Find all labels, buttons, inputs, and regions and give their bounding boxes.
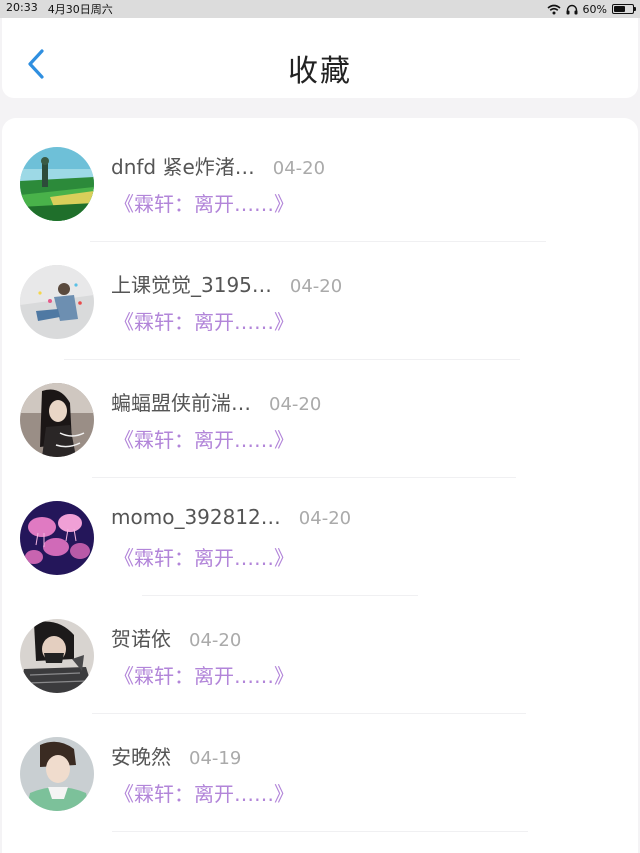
avatar[interactable] (20, 265, 94, 339)
favorites-list: dnfd 紧e炸渚… 04-20 《霖轩：离开……》 上课觉觉_3195… 04… (2, 118, 638, 853)
item-date: 04-20 (269, 394, 322, 415)
list-item[interactable]: 安晚然 04-19 《霖轩：离开……》 (2, 708, 638, 832)
avatar-image (20, 619, 94, 693)
avatar-image (20, 265, 94, 339)
battery-percent: 60% (582, 2, 607, 16)
list-item[interactable]: dnfd 紧e炸渚… 04-20 《霖轩：离开……》 (2, 118, 638, 242)
item-date: 04-20 (298, 508, 352, 529)
name-row: 上课觉觉_3195… 04-20 (111, 269, 342, 298)
name-row: 蝙蝠盟侠前湍… 04-20 (111, 387, 321, 416)
name-row: 安晚然 04-19 (111, 741, 241, 770)
nav-bar: 收藏 (2, 18, 638, 98)
favorite-title-link[interactable]: 《霖轩：离开……》 (114, 542, 294, 571)
avatar[interactable] (20, 737, 94, 811)
name-row: momo_392812… 04-20 (111, 505, 351, 529)
name-row: dnfd 紧e炸渚… 04-20 (111, 151, 325, 180)
user-name[interactable]: momo_392812… (111, 505, 281, 529)
item-date: 04-20 (189, 630, 242, 651)
user-name[interactable]: dnfd 紧e炸渚… (111, 151, 255, 180)
item-date: 04-20 (272, 158, 326, 179)
status-left: 20:33 4月30日周六 (6, 1, 113, 17)
item-date: 04-19 (189, 748, 242, 769)
favorite-title-link[interactable]: 《霖轩：离开……》 (114, 660, 294, 689)
status-bar: 20:33 4月30日周六 60% (0, 0, 640, 18)
avatar-image (20, 147, 94, 221)
avatar-image (20, 501, 94, 575)
avatar[interactable] (20, 383, 94, 457)
user-name[interactable]: 上课觉觉_3195… (111, 269, 272, 298)
user-name[interactable]: 贺诺依 (111, 623, 171, 652)
headphones-icon (566, 4, 578, 14)
status-time: 20:33 (6, 1, 38, 14)
avatar[interactable] (20, 147, 94, 221)
item-date: 04-20 (289, 276, 343, 297)
page-title: 收藏 (288, 54, 352, 89)
avatar-image (20, 737, 94, 811)
avatar[interactable] (20, 501, 94, 575)
list-item[interactable]: 上课觉觉_3195… 04-20 《霖轩：离开……》 (2, 236, 638, 360)
divider (112, 831, 528, 832)
favorite-title-link[interactable]: 《霖轩：离开……》 (114, 424, 294, 453)
avatar-image (20, 383, 94, 457)
user-name[interactable]: 安晚然 (111, 741, 171, 770)
favorite-title-link[interactable]: 《霖轩：离开……》 (114, 778, 294, 807)
list-item[interactable]: momo_392812… 04-20 《霖轩：离开……》 (2, 472, 638, 596)
battery-icon (612, 4, 636, 14)
favorite-title-link[interactable]: 《霖轩：离开……》 (114, 188, 294, 217)
list-item[interactable]: 蝙蝠盟侠前湍… 04-20 《霖轩：离开……》 (2, 354, 638, 478)
wifi-icon (547, 4, 561, 14)
user-name[interactable]: 蝙蝠盟侠前湍… (111, 387, 251, 416)
battery-fill (614, 6, 625, 12)
avatar[interactable] (20, 619, 94, 693)
favorite-title-link[interactable]: 《霖轩：离开……》 (114, 306, 294, 335)
list-item[interactable]: 贺诺依 04-20 《霖轩：离开……》 (2, 590, 638, 714)
status-date: 4月30日周六 (47, 3, 113, 16)
name-row: 贺诺依 04-20 (111, 623, 241, 652)
status-right: 60% (547, 2, 636, 16)
